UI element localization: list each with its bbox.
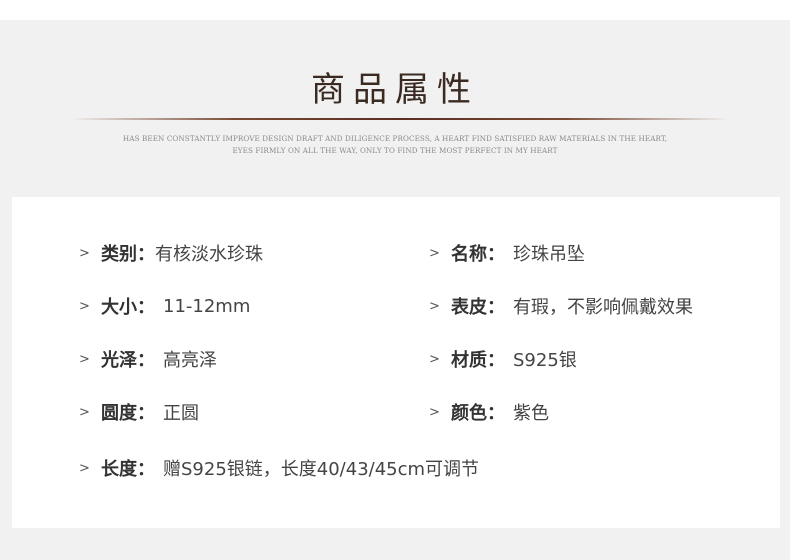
attribute-label: 材质： xyxy=(451,350,505,371)
attribute-label: 名称： xyxy=(451,244,505,265)
attribute-label: 大小： xyxy=(101,297,155,318)
attribute-size: > 大小： 11-12mm xyxy=(79,291,250,321)
attribute-material: > 材质： S925银 xyxy=(429,344,577,374)
attribute-label: 类别： xyxy=(101,244,155,265)
attributes-panel: > 类别： 有核淡水珍珠 > 名称： 珍珠吊坠 > 大小： 11-12mm > … xyxy=(12,197,780,528)
attribute-luster: > 光泽： 高亮泽 xyxy=(79,344,217,374)
attribute-label: 长度： xyxy=(101,459,155,480)
attribute-surface: > 表皮： 有瑕，不影响佩戴效果 xyxy=(429,291,693,321)
subtitle-line-2: EYES FIRMLY ON ALL THE WAY, ONLY TO FIND… xyxy=(232,146,558,155)
attribute-value: 珍珠吊坠 xyxy=(513,244,585,265)
chevron-right-icon: > xyxy=(79,404,90,420)
chevron-right-icon: > xyxy=(429,298,440,314)
subtitle-line-1: HAS BEEN CONSTANTLY IMPROVE DESIGN DRAFT… xyxy=(122,134,668,143)
section-title: 商品属性 xyxy=(311,70,479,110)
attribute-roundness: > 圆度： 正圆 xyxy=(79,397,199,427)
attribute-value: 有瑕，不影响佩戴效果 xyxy=(513,297,693,318)
attribute-value: S925银 xyxy=(513,350,577,371)
attribute-name: > 名称： 珍珠吊坠 xyxy=(429,238,585,268)
chevron-right-icon: > xyxy=(79,298,90,314)
attribute-value: 有核淡水珍珠 xyxy=(155,244,263,265)
chevron-right-icon: > xyxy=(79,351,90,367)
attribute-color: > 颜色： 紫色 xyxy=(429,397,549,427)
attribute-value: 11-12mm xyxy=(163,295,251,317)
attribute-value: 高亮泽 xyxy=(163,350,217,371)
attribute-label: 光泽： xyxy=(101,350,155,371)
title-divider xyxy=(70,118,730,120)
top-strip xyxy=(0,0,790,20)
attribute-value: 紫色 xyxy=(513,403,549,424)
chevron-right-icon: > xyxy=(79,460,90,476)
attribute-value: 正圆 xyxy=(163,403,199,424)
attribute-length: > 长度： 赠S925银链，长度40/43/45cm可调节 xyxy=(79,453,479,483)
chevron-right-icon: > xyxy=(429,404,440,420)
attribute-category: > 类别： 有核淡水珍珠 xyxy=(79,238,263,268)
chevron-right-icon: > xyxy=(429,351,440,367)
attribute-label: 颜色： xyxy=(451,403,505,424)
attribute-label: 圆度： xyxy=(101,403,155,424)
chevron-right-icon: > xyxy=(79,245,90,261)
chevron-right-icon: > xyxy=(429,245,440,261)
attribute-value: 赠S925银链，长度40/43/45cm可调节 xyxy=(163,459,480,480)
attribute-label: 表皮： xyxy=(451,297,505,318)
